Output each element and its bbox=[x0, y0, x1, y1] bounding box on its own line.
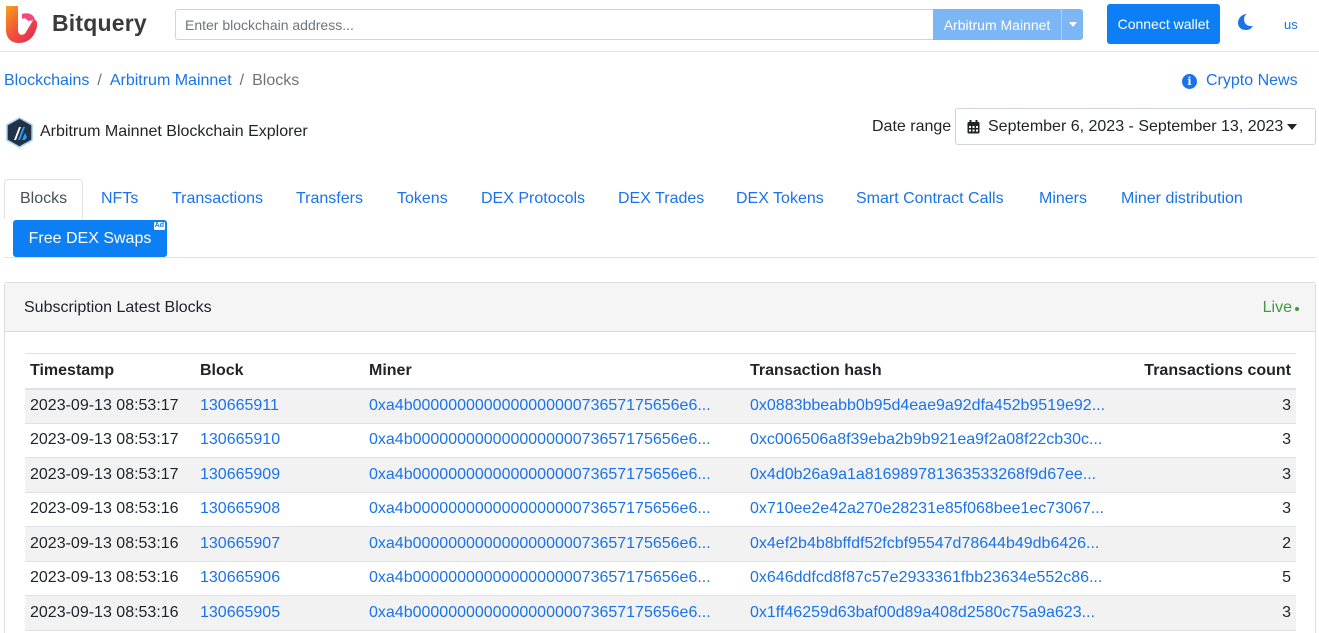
cell-timestamp: 2023-09-13 08:53:16 bbox=[25, 492, 195, 527]
cell-tx-count: 5 bbox=[1126, 561, 1296, 596]
tab-transfers[interactable]: Transfers bbox=[296, 179, 363, 219]
tab-dex-trades[interactable]: DEX Trades bbox=[618, 179, 704, 219]
cell-timestamp: 2023-09-13 08:53:16 bbox=[25, 595, 195, 631]
tab-blocks[interactable]: Blocks bbox=[4, 179, 84, 219]
live-dot-icon bbox=[1295, 307, 1299, 311]
tab-miner-distribution[interactable]: Miner distribution bbox=[1121, 179, 1243, 219]
latest-blocks-card: Subscription Latest Blocks Live Timestam… bbox=[4, 282, 1316, 633]
network-dropdown-toggle[interactable] bbox=[1061, 9, 1083, 40]
brand-name[interactable]: Bitquery bbox=[52, 10, 147, 37]
cell-timestamp: 2023-09-13 08:53:16 bbox=[25, 561, 195, 596]
cell-tx-hash-link[interactable]: 0x710ee2e42a270e28231e85f068bee1ec73067.… bbox=[745, 492, 1126, 527]
tab-tokens[interactable]: Tokens bbox=[397, 179, 448, 219]
top-header: Bitquery Arbitrum Mainnet Connect wallet… bbox=[0, 0, 1319, 52]
cell-timestamp: 2023-09-13 08:53:17 bbox=[25, 388, 195, 424]
table-row: 2023-09-13 08:53:16 130665906 0xa4b00000… bbox=[25, 561, 1296, 596]
arbitrum-logo bbox=[6, 117, 33, 148]
date-range-picker[interactable]: September 6, 2023 - September 13, 2023 bbox=[955, 108, 1316, 145]
cell-tx-count: 3 bbox=[1126, 423, 1296, 458]
network-select-button[interactable]: Arbitrum Mainnet bbox=[933, 9, 1061, 40]
cell-tx-count: 3 bbox=[1126, 595, 1296, 631]
cell-block-link[interactable]: 130665909 bbox=[195, 457, 364, 493]
free-dex-swaps-button[interactable]: Free DEX Swaps Ad bbox=[13, 220, 167, 257]
tab-transactions[interactable]: Transactions bbox=[172, 179, 263, 219]
table-row: 2023-09-13 08:53:17 130665910 0xa4b00000… bbox=[25, 423, 1296, 458]
bitquery-logo[interactable] bbox=[4, 4, 38, 44]
connect-wallet-button[interactable]: Connect wallet bbox=[1107, 4, 1220, 44]
cell-block-link[interactable]: 130665911 bbox=[195, 388, 364, 424]
tab-miners[interactable]: Miners bbox=[1039, 179, 1087, 219]
cell-timestamp: 2023-09-13 08:53:16 bbox=[25, 526, 195, 562]
cell-block-link[interactable]: 130665908 bbox=[195, 492, 364, 527]
cell-tx-hash-link[interactable]: 0x0883bbeabb0b95d4eae9a92dfa452b9519e92.… bbox=[745, 388, 1126, 424]
cell-tx-hash-link[interactable]: 0x4d0b26a9a1a816989781363533268f9d67ee..… bbox=[745, 457, 1126, 493]
live-indicator: Live bbox=[1263, 299, 1299, 317]
explorer-tabs: Blocks NFTs Transactions Transfers Token… bbox=[4, 179, 1316, 258]
cell-timestamp: 2023-09-13 08:53:17 bbox=[25, 457, 195, 493]
crypto-news-link[interactable]: i Crypto News bbox=[1182, 72, 1298, 90]
cell-miner-link[interactable]: 0xa4b000000000000000000073657175656e6... bbox=[364, 561, 745, 596]
table-row: 2023-09-13 08:53:16 130665907 0xa4b00000… bbox=[25, 526, 1296, 562]
free-dex-swaps-label: Free DEX Swaps bbox=[28, 229, 152, 247]
info-icon: i bbox=[1182, 73, 1197, 89]
table-row: 2023-09-13 08:53:16 130665908 0xa4b00000… bbox=[25, 492, 1296, 527]
breadcrumb-separator: / bbox=[97, 72, 102, 89]
language-selector[interactable]: us bbox=[1284, 17, 1298, 32]
ad-badge: Ad bbox=[153, 222, 165, 230]
table-row: 2023-09-13 08:53:16 130665905 0xa4b00000… bbox=[25, 595, 1296, 631]
breadcrumb: Blockchains / Arbitrum Mainnet / Blocks bbox=[4, 72, 299, 90]
search-input[interactable] bbox=[175, 9, 933, 40]
tab-nfts[interactable]: NFTs bbox=[101, 179, 138, 219]
breadcrumb-current: Blocks bbox=[252, 72, 300, 89]
card-header: Subscription Latest Blocks Live bbox=[5, 283, 1315, 332]
cell-block-link[interactable]: 130665906 bbox=[195, 561, 364, 596]
chevron-down-icon bbox=[1068, 22, 1077, 27]
cell-block-link[interactable]: 130665905 bbox=[195, 595, 364, 631]
tab-dex-tokens[interactable]: DEX Tokens bbox=[736, 179, 824, 219]
cell-miner-link[interactable]: 0xa4b000000000000000000073657175656e6... bbox=[364, 595, 745, 631]
table-header-row: Timestamp Block Miner Transaction hash T… bbox=[25, 353, 1296, 390]
breadcrumb-blockchains[interactable]: Blockchains bbox=[4, 72, 89, 90]
cell-tx-hash-link[interactable]: 0x1ff46259d63baf00d89a408d2580c75a9a623.… bbox=[745, 595, 1126, 631]
table-row: 2023-09-13 08:53:17 130665911 0xa4b00000… bbox=[25, 388, 1296, 424]
column-header-block[interactable]: Block bbox=[195, 353, 364, 390]
blocks-table: Timestamp Block Miner Transaction hash T… bbox=[25, 353, 1296, 631]
date-range-value: September 6, 2023 - September 13, 2023 bbox=[988, 117, 1284, 135]
cell-tx-count: 3 bbox=[1126, 388, 1296, 424]
cell-miner-link[interactable]: 0xa4b000000000000000000073657175656e6... bbox=[364, 492, 745, 527]
tab-smart-contract-calls[interactable]: Smart Contract Calls bbox=[856, 179, 1004, 219]
column-header-transaction-hash[interactable]: Transaction hash bbox=[745, 353, 1126, 390]
cell-tx-count: 2 bbox=[1126, 526, 1296, 562]
explorer-title: Arbitrum Mainnet Blockchain Explorer bbox=[40, 123, 308, 140]
breadcrumb-network[interactable]: Arbitrum Mainnet bbox=[110, 72, 232, 90]
column-header-miner[interactable]: Miner bbox=[364, 353, 745, 390]
date-range-label: Date range bbox=[872, 118, 952, 135]
cell-tx-hash-link[interactable]: 0x646ddfcd8f87c57e2933361fbb23634e552c86… bbox=[745, 561, 1126, 596]
cell-miner-link[interactable]: 0xa4b000000000000000000073657175656e6... bbox=[364, 526, 745, 562]
live-label: Live bbox=[1262, 299, 1292, 316]
cell-miner-link[interactable]: 0xa4b000000000000000000073657175656e6... bbox=[364, 423, 745, 458]
cell-tx-hash-link[interactable]: 0xc006506a8f39eba2b9b921ea9f2a08f22cb30c… bbox=[745, 423, 1126, 458]
crypto-news-label: Crypto News bbox=[1206, 72, 1298, 89]
chevron-down-icon bbox=[1287, 123, 1298, 130]
cell-miner-link[interactable]: 0xa4b000000000000000000073657175656e6... bbox=[364, 457, 745, 493]
breadcrumb-separator: / bbox=[239, 72, 245, 89]
cell-tx-count: 3 bbox=[1126, 492, 1296, 527]
calendar-icon bbox=[967, 119, 980, 133]
cell-miner-link[interactable]: 0xa4b000000000000000000073657175656e6... bbox=[364, 388, 745, 424]
cell-tx-count: 3 bbox=[1126, 457, 1296, 493]
cell-block-link[interactable]: 130665910 bbox=[195, 423, 364, 458]
cell-tx-hash-link[interactable]: 0x4ef2b4b8bffdf52fcbf95547d78644b49db642… bbox=[745, 526, 1126, 562]
table-row: 2023-09-13 08:53:17 130665909 0xa4b00000… bbox=[25, 457, 1296, 493]
tab-dex-protocols[interactable]: DEX Protocols bbox=[481, 179, 585, 219]
column-header-transactions-count[interactable]: Transactions count bbox=[1126, 353, 1296, 390]
moon-icon[interactable] bbox=[1236, 13, 1254, 31]
cell-timestamp: 2023-09-13 08:53:17 bbox=[25, 423, 195, 458]
column-header-timestamp[interactable]: Timestamp bbox=[25, 353, 195, 390]
card-title: Subscription Latest Blocks bbox=[24, 299, 212, 316]
cell-block-link[interactable]: 130665907 bbox=[195, 526, 364, 562]
